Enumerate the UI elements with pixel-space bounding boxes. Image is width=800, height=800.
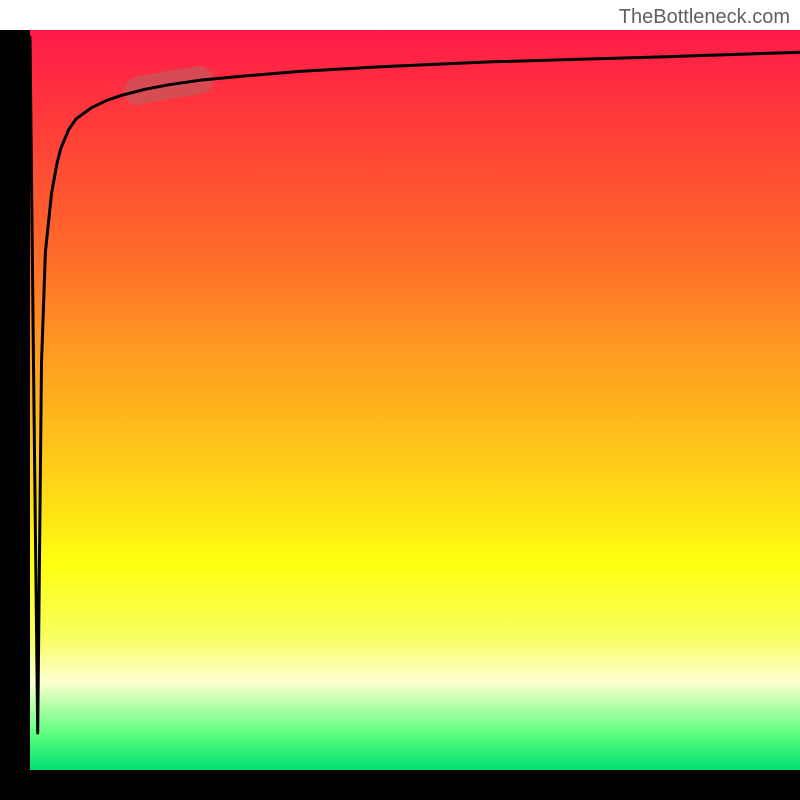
plot-area xyxy=(30,30,800,770)
plot-outer-frame xyxy=(0,30,800,800)
curve-svg xyxy=(30,30,800,770)
bottleneck-curve xyxy=(30,37,800,733)
attribution-text: TheBottleneck.com xyxy=(619,6,790,29)
